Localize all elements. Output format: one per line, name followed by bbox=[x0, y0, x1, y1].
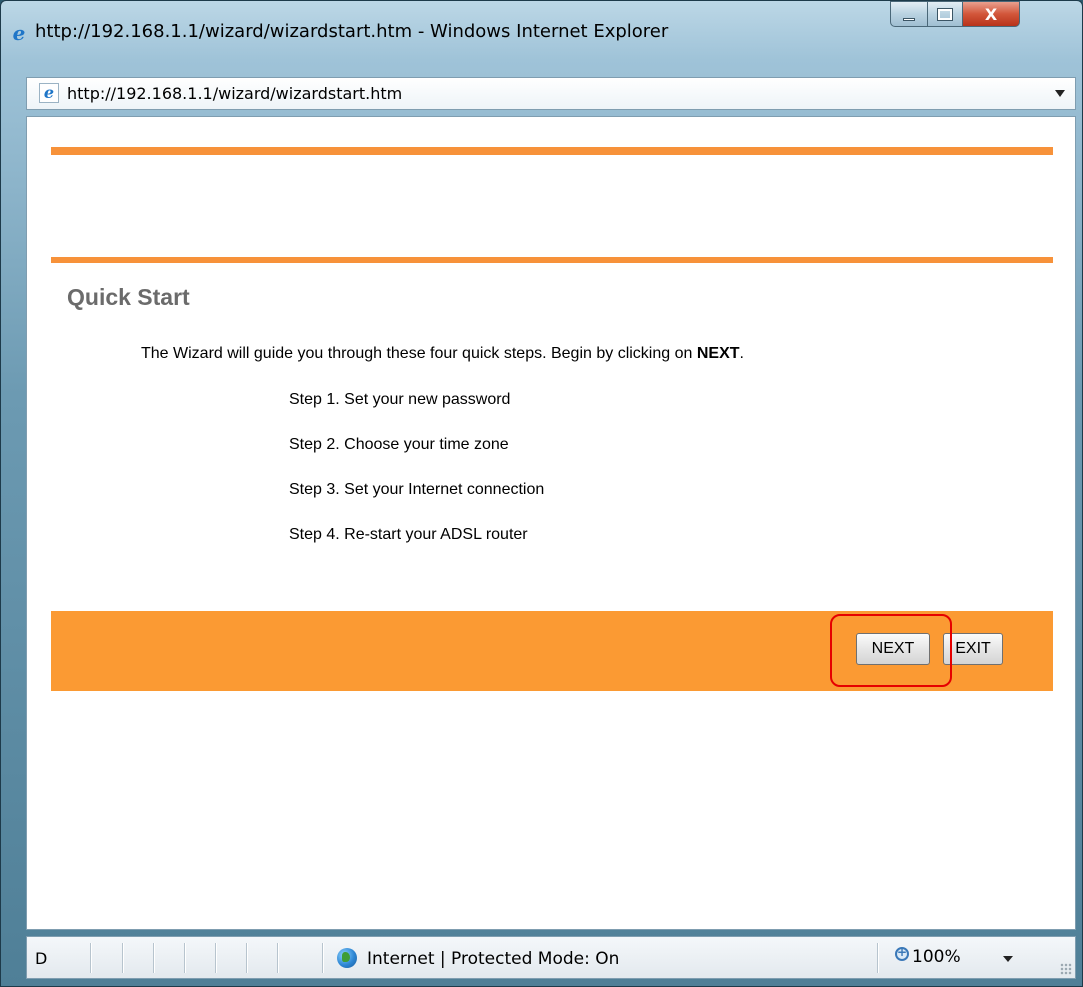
status-separator bbox=[122, 943, 123, 973]
status-separator bbox=[322, 943, 323, 973]
status-separator bbox=[246, 943, 247, 973]
zoom-dropdown-icon[interactable] bbox=[1003, 956, 1013, 962]
top-divider bbox=[51, 147, 1053, 155]
header-divider bbox=[51, 257, 1053, 263]
browser-window: e http://192.168.1.1/wizard/wizardstart.… bbox=[0, 0, 1083, 987]
ie-logo-icon: e bbox=[12, 21, 26, 45]
globe-icon bbox=[337, 948, 357, 968]
minimize-icon bbox=[903, 17, 915, 21]
zoom-icon[interactable] bbox=[895, 945, 909, 961]
status-separator bbox=[90, 943, 91, 973]
status-separator bbox=[184, 943, 185, 973]
intro-text: The Wizard will guide you through these … bbox=[141, 345, 744, 363]
status-separator bbox=[153, 943, 154, 973]
page-icon: e bbox=[39, 83, 59, 103]
page-content: Quick Start The Wizard will guide you th… bbox=[26, 116, 1076, 930]
address-bar[interactable]: e http://192.168.1.1/wizard/wizardstart.… bbox=[26, 77, 1076, 110]
step-2: Step 2. Choose your time zone bbox=[289, 436, 509, 453]
zoom-level[interactable]: 100% bbox=[912, 947, 961, 967]
maximize-icon bbox=[937, 7, 953, 21]
status-separator bbox=[277, 943, 278, 973]
step-1: Step 1. Set your new password bbox=[289, 391, 511, 408]
resize-grip-icon[interactable] bbox=[1060, 963, 1072, 975]
title-bar[interactable]: e http://192.168.1.1/wizard/wizardstart.… bbox=[1, 1, 1083, 71]
exit-button[interactable]: EXIT bbox=[943, 633, 1003, 665]
intro-suffix: . bbox=[739, 345, 744, 362]
dropdown-arrow-icon[interactable] bbox=[1055, 90, 1065, 97]
page-title: Quick Start bbox=[67, 284, 190, 310]
close-icon: X bbox=[984, 4, 998, 24]
minimize-button[interactable] bbox=[890, 1, 928, 27]
step-4: Step 4. Re-start your ADSL router bbox=[289, 526, 528, 543]
status-bar: D Internet | Protected Mode: On 100% bbox=[26, 936, 1076, 979]
button-bar: NEXT EXIT bbox=[51, 611, 1053, 691]
close-button[interactable]: X bbox=[962, 1, 1020, 27]
address-url[interactable]: http://192.168.1.1/wizard/wizardstart.ht… bbox=[67, 84, 402, 103]
window-title: http://192.168.1.1/wizard/wizardstart.ht… bbox=[35, 21, 669, 42]
intro-next-word: NEXT bbox=[696, 345, 740, 362]
status-separator bbox=[215, 943, 216, 973]
maximize-button[interactable] bbox=[927, 1, 963, 27]
status-separator bbox=[877, 943, 878, 973]
intro-prefix: The Wizard will guide you through these … bbox=[141, 345, 697, 362]
steps-list: Step 1. Set your new password Step 2. Ch… bbox=[289, 391, 544, 571]
status-text: D bbox=[35, 949, 48, 968]
security-zone[interactable]: Internet | Protected Mode: On bbox=[367, 949, 619, 969]
step-3: Step 3. Set your Internet connection bbox=[289, 481, 545, 498]
next-highlight-annotation bbox=[830, 614, 952, 687]
